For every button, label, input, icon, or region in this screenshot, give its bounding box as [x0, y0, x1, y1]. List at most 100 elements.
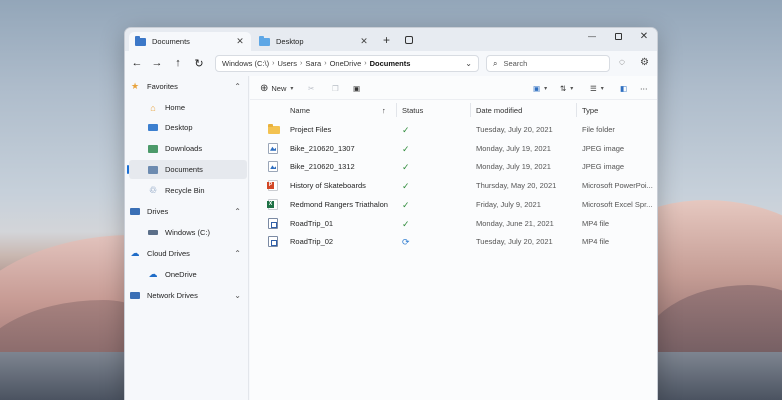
- search-input[interactable]: ⌕ Search: [486, 55, 610, 72]
- chevron-down-icon: ▾: [570, 85, 574, 92]
- chevron-down-icon: ▾: [544, 85, 548, 92]
- sidebar-group-favorites[interactable]: ★ Favorites ⌃: [129, 77, 247, 96]
- documents-icon: [147, 165, 159, 175]
- file-row[interactable]: RoadTrip_02 ⟳ Tuesday, July 20, 2021 MP4 fi…: [250, 232, 657, 251]
- sort-ascending-icon[interactable]: ↑: [382, 106, 386, 115]
- column-divider[interactable]: [396, 103, 397, 117]
- column-divider[interactable]: [576, 103, 577, 117]
- sort-button[interactable]: ⇅ ▾: [560, 81, 573, 95]
- sidebar-item-label: Documents: [165, 165, 203, 174]
- close-icon[interactable]: ✕: [235, 36, 245, 47]
- view-button[interactable]: ☰ ▾: [590, 81, 604, 95]
- sidebar-item-recycle-bin[interactable]: ♲ Recycle Bin: [129, 181, 247, 200]
- more-options-button[interactable]: ⋯: [640, 81, 648, 95]
- file-name: Project Files: [290, 125, 332, 134]
- tab-documents[interactable]: Documents ✕: [129, 32, 251, 51]
- more-icon: ⋯: [640, 83, 648, 93]
- sort-arrows-icon: ⇅: [560, 83, 567, 93]
- drive-icon: [147, 228, 159, 238]
- address-bar[interactable]: Windows (C:\) › Users › Sara › OneDrive …: [215, 55, 479, 72]
- sidebar-group-label: Cloud Drives: [147, 249, 190, 258]
- navigation-bar: ← → ↑ ↻ Windows (C:\) › Users › Sara › O…: [125, 51, 657, 76]
- column-header-name[interactable]: Name: [290, 106, 310, 115]
- file-row[interactable]: Project Files ✓ Tuesday, July 20, 2021 File…: [250, 120, 657, 139]
- maximize-button[interactable]: [605, 28, 631, 45]
- new-tab-button[interactable]: +: [383, 33, 390, 47]
- chevron-right-icon: ›: [300, 60, 303, 67]
- tab-overview-icon[interactable]: [405, 36, 413, 44]
- up-button[interactable]: ↑: [171, 56, 185, 70]
- close-icon[interactable]: ✕: [359, 36, 369, 47]
- sidebar-item-desktop[interactable]: Desktop: [129, 118, 247, 137]
- sidebar-item-documents[interactable]: Documents: [127, 160, 247, 179]
- copy-button[interactable]: ❐: [332, 81, 339, 95]
- refresh-button[interactable]: ↻: [192, 56, 206, 70]
- home-icon: ⌂: [150, 102, 156, 113]
- new-button[interactable]: ⊕ New ▾: [260, 81, 293, 95]
- breadcrumb-documents[interactable]: Documents: [370, 59, 411, 68]
- breadcrumb-users[interactable]: Users: [277, 59, 297, 68]
- sync-status-icon[interactable]: ◌: [619, 57, 625, 68]
- sidebar-group-cloud-drives[interactable]: ☁ Cloud Drives ⌃: [129, 244, 247, 263]
- file-row[interactable]: History of Skateboards ✓ Thursday, May 20,…: [250, 176, 657, 195]
- file-date-modified: Monday, July 19, 2021: [476, 162, 551, 172]
- breadcrumb-onedrive[interactable]: OneDrive: [330, 59, 362, 68]
- sidebar-item-onedrive[interactable]: ☁ OneDrive: [129, 265, 247, 284]
- chevron-down-icon[interactable]: ⌄: [465, 59, 472, 68]
- sidebar-item-label: Home: [165, 103, 186, 112]
- sort-view-button[interactable]: ▣ ▾: [533, 81, 547, 95]
- image-file-icon: [268, 161, 278, 173]
- file-row[interactable]: RoadTrip_01 ✓ Monday, June 21, 2021 MP4 fil…: [250, 214, 657, 233]
- chevron-down-icon[interactable]: ⌄: [234, 291, 241, 300]
- breadcrumb-drive[interactable]: Windows (C:\): [222, 59, 269, 68]
- file-name: History of Skateboards: [290, 181, 366, 191]
- xls-file-icon: [267, 198, 278, 210]
- clipboard-icon: ▣: [353, 83, 361, 93]
- column-header-type[interactable]: Type: [582, 106, 598, 115]
- chevron-up-icon[interactable]: ⌃: [234, 207, 241, 216]
- onedrive-icon: ☁: [148, 269, 158, 279]
- file-date-modified: Friday, July 9, 2021: [476, 199, 541, 209]
- synced-check-icon: ✓: [402, 143, 410, 154]
- file-row[interactable]: Bike_210620_1307 ✓ Monday, July 19, 2021 JP…: [250, 139, 657, 158]
- column-header-date[interactable]: Date modified: [476, 106, 522, 115]
- cut-button[interactable]: ✂: [308, 81, 314, 95]
- sidebar-group-drives[interactable]: Drives ⌃: [129, 202, 247, 221]
- file-row[interactable]: Redmond Rangers Triathalon ✓ Friday, July …: [250, 195, 657, 214]
- cloud-icon: ☁: [130, 248, 140, 258]
- new-label: New: [271, 83, 287, 93]
- gear-icon[interactable]: ⚙: [640, 57, 649, 68]
- sidebar-item-downloads[interactable]: Downloads: [129, 139, 247, 158]
- search-placeholder: Search: [503, 59, 528, 68]
- column-header-status[interactable]: Status: [402, 106, 423, 115]
- details-pane-icon: ◧: [620, 83, 628, 93]
- tab-desktop[interactable]: Desktop ✕: [253, 32, 375, 51]
- sidebar-item-windows-c[interactable]: Windows (C:): [129, 223, 247, 242]
- sidebar-item-label: Recycle Bin: [165, 186, 205, 195]
- sidebar-group-network-drives[interactable]: Network Drives ⌄: [129, 286, 247, 305]
- breadcrumb-sara[interactable]: Sara: [305, 59, 321, 68]
- sidebar-item-home[interactable]: ⌂ Home: [129, 98, 247, 117]
- file-name: Bike_210620_1307: [290, 143, 355, 153]
- desktop-folder-icon: [259, 35, 270, 46]
- close-window-button[interactable]: ✕: [631, 28, 657, 45]
- forward-button[interactable]: →: [150, 56, 164, 70]
- back-button[interactable]: ←: [130, 56, 144, 70]
- chevron-right-icon: ›: [272, 60, 275, 67]
- file-list-pane: ⊕ New ▾ ✂ ❐ ▣ ▣ ▾ ⇅ ▾ ☰ ▾ ◧ ⋯ Name ↑ Status: [250, 76, 657, 400]
- video-file-icon: [268, 236, 278, 248]
- sidebar-item-label: Downloads: [165, 144, 203, 153]
- paste-button[interactable]: ▣: [353, 81, 360, 95]
- minimize-button[interactable]: —: [579, 28, 605, 45]
- sidebar-group-label: Network Drives: [147, 291, 198, 300]
- chevron-up-icon[interactable]: ⌃: [234, 82, 241, 91]
- details-pane-button[interactable]: ◧: [620, 81, 627, 95]
- window-controls: — ✕: [579, 28, 657, 48]
- file-date-modified: Monday, July 19, 2021: [476, 143, 551, 153]
- chevron-up-icon[interactable]: ⌃: [234, 249, 241, 258]
- file-row[interactable]: Bike_210620_1312 ✓ Monday, July 19, 2021 JP…: [250, 157, 657, 176]
- ppt-file-icon: [267, 180, 278, 192]
- column-divider[interactable]: [470, 103, 471, 117]
- copy-icon: ❐: [332, 83, 339, 93]
- tab-label: Documents: [152, 37, 190, 46]
